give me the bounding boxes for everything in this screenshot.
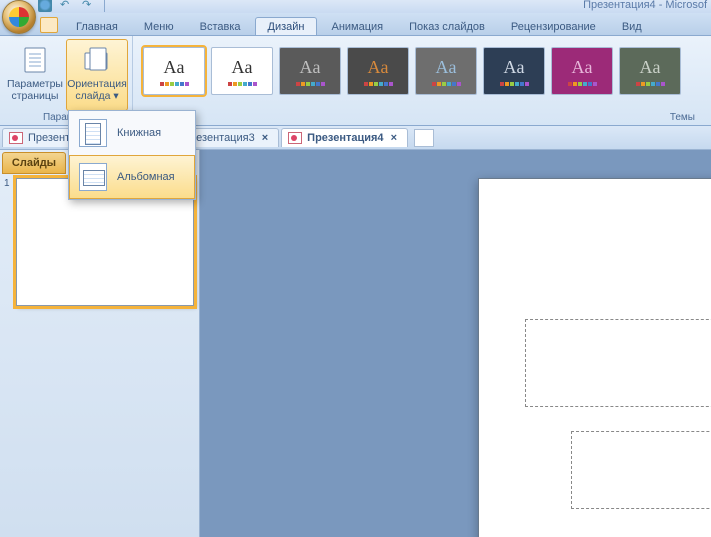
theme-6[interactable]: Aa <box>551 47 613 95</box>
theme-colors <box>568 82 597 86</box>
theme-preview-text: Aa <box>300 57 321 78</box>
theme-preview-text: Aa <box>436 57 457 78</box>
group-themes-label: Темы <box>137 112 707 124</box>
tab-slideshow[interactable]: Показ слайдов <box>397 18 497 35</box>
tab-view[interactable]: Вид <box>610 18 654 35</box>
title-bar: ↶ ↷ Презентация4 - Microsof <box>0 0 711 13</box>
office-button[interactable] <box>2 0 36 34</box>
slide[interactable]: Заго Подз <box>478 178 711 537</box>
close-icon[interactable]: × <box>389 132 399 144</box>
theme-5[interactable]: Aa <box>483 47 545 95</box>
tab-insert[interactable]: Вставка <box>188 18 253 35</box>
theme-preview-text: Aa <box>572 57 593 78</box>
redo-icon[interactable]: ↷ <box>82 0 96 12</box>
presentation-icon <box>288 132 302 144</box>
theme-colors <box>160 82 189 86</box>
theme-colors <box>432 82 461 86</box>
workspace: Слайды 1 Заго Подз <box>0 150 711 537</box>
theme-colors <box>228 82 257 86</box>
theme-colors <box>296 82 325 86</box>
theme-7[interactable]: Aa <box>619 47 681 95</box>
presentation-icon <box>9 132 23 144</box>
window-title: Презентация4 - Microsof <box>583 0 707 11</box>
close-icon[interactable]: × <box>260 132 270 144</box>
theme-preview-text: Aa <box>232 57 253 78</box>
portrait-icon <box>79 119 107 147</box>
orientation-dropdown: Книжная Альбомная <box>68 110 196 200</box>
theme-colors <box>500 82 529 86</box>
theme-preview-text: Aa <box>368 57 389 78</box>
theme-preview-text: Aa <box>504 57 525 78</box>
orientation-button[interactable]: Ориентация слайда ▾ <box>66 39 128 111</box>
page-setup-label: Параметры страницы <box>7 78 63 102</box>
undo-icon[interactable]: ↶ <box>60 0 74 12</box>
theme-colors <box>364 82 393 86</box>
new-document-button[interactable] <box>414 129 434 147</box>
tab-animation[interactable]: Анимация <box>319 18 395 35</box>
theme-2[interactable]: Aa <box>279 47 341 95</box>
tab-home[interactable]: Главная <box>64 18 130 35</box>
title-placeholder[interactable]: Заго <box>525 319 711 407</box>
ribbon-tabs: Главная Меню Вставка Дизайн Анимация Пок… <box>0 13 711 36</box>
tab-review[interactable]: Рецензирование <box>499 18 608 35</box>
slides-tab[interactable]: Слайды <box>2 152 66 174</box>
theme-4[interactable]: Aa <box>415 47 477 95</box>
doc-tab-4[interactable]: Презентация4× <box>281 128 408 147</box>
slide-canvas: Заго Подз <box>200 150 711 537</box>
slide-number: 1 <box>4 178 12 306</box>
page-setup-icon <box>19 44 51 76</box>
qat-more-icon[interactable] <box>104 0 105 12</box>
theme-colors <box>636 82 665 86</box>
group-themes: Aa Aa Aa Aa Aa Aa Aa Aa Темы <box>133 36 711 125</box>
theme-3[interactable]: Aa <box>347 47 409 95</box>
orientation-icon <box>81 44 113 76</box>
quick-access-toolbar: ↶ ↷ <box>38 0 105 12</box>
tab-design[interactable]: Дизайн <box>255 17 318 35</box>
subtitle-placeholder[interactable]: Подз <box>571 431 711 509</box>
orientation-portrait[interactable]: Книжная <box>69 111 195 155</box>
landscape-icon <box>79 163 107 191</box>
orientation-label: Ориентация слайда ▾ <box>67 78 127 102</box>
theme-preview-text: Aa <box>640 57 661 78</box>
theme-preview-text: Aa <box>164 57 185 78</box>
save-icon[interactable] <box>38 0 52 12</box>
tab-menu[interactable]: Меню <box>132 18 186 35</box>
page-setup-button[interactable]: Параметры страницы <box>4 39 66 111</box>
orientation-landscape[interactable]: Альбомная <box>69 155 195 199</box>
theme-1[interactable]: Aa <box>211 47 273 95</box>
tab-addin[interactable] <box>40 17 58 33</box>
slides-panel: Слайды 1 <box>0 150 200 537</box>
theme-0[interactable]: Aa <box>143 47 205 95</box>
